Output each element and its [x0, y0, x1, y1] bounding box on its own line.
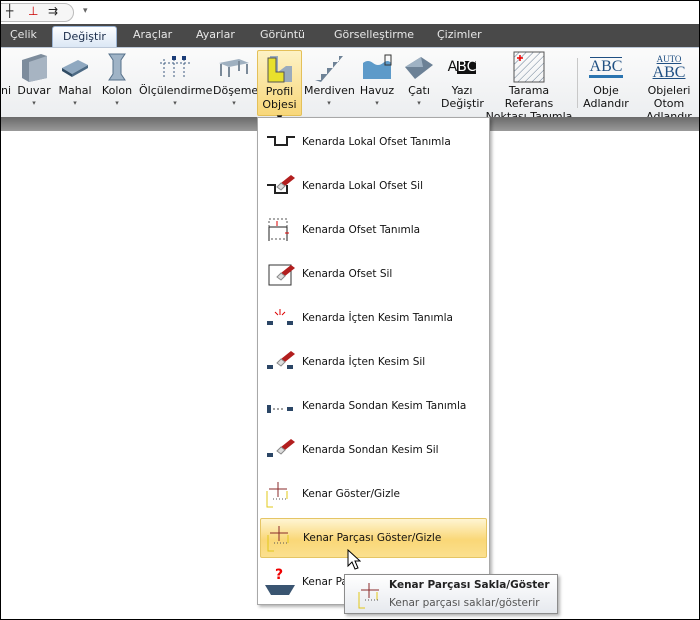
text-change-icon: A BC — [447, 58, 477, 75]
menu-item-sondan-kesim-tanimla[interactable]: Kenarda Sondan Kesim Tanımla — [260, 386, 487, 426]
kenar-goster-gizle-icon — [260, 479, 300, 509]
sondan-kesim-tanimla-icon — [260, 391, 300, 421]
tooltip-title: Kenar Parçası Sakla/Göster — [389, 579, 550, 591]
arrows-icon[interactable]: ⇉ — [48, 4, 58, 18]
menu-item-kenar-goster-gizle[interactable]: Kenar Göster/Gizle — [260, 474, 487, 514]
menu-item-icten-kesim-sil[interactable]: Kenarda İçten Kesim Sil — [260, 342, 487, 382]
menu-item-ofset-tanimla[interactable]: Kenarda Ofset Tanımla — [260, 210, 487, 250]
ribbon-button-cut[interactable]: ni — [1, 50, 13, 116]
menu-item-lokal-ofset-sil[interactable]: Kenarda Lokal Ofset Sil — [260, 166, 487, 206]
customize-dropdown[interactable]: ▾ — [83, 6, 88, 16]
menu-item-label: Kenar Parçası Göster/Gizle — [303, 532, 442, 544]
ribbon-separator — [577, 58, 578, 108]
beam-icon[interactable]: ┼ — [6, 4, 13, 18]
ofset-sil-icon — [260, 259, 300, 289]
ribbon-tabs: Çelik Değiştir Araçlar Ayarlar Görüntü G… — [1, 24, 699, 47]
icten-kesim-tanimla-icon — [260, 303, 300, 333]
menu-item-label: Kenarda Ofset Sil — [302, 268, 393, 280]
table-slab-icon — [219, 59, 249, 77]
ribbon-button-duvar[interactable]: Duvar ▾ — [16, 50, 52, 116]
menu-item-label: Kenarda Lokal Ofset Tanımla — [302, 136, 451, 148]
roof-icon — [405, 57, 433, 79]
svg-text:?: ? — [275, 567, 283, 583]
menu-item-label: Kenar Pa — [302, 576, 348, 588]
tab-ayarlar[interactable]: Ayarlar — [196, 28, 235, 41]
tooltip-description: Kenar parçası saklar/gösterir — [389, 597, 540, 609]
kenar-parcasi-goster-gizle-icon — [261, 523, 301, 553]
menu-item-lokal-ofset-tanimla[interactable]: Kenarda Lokal Ofset Tanımla — [260, 122, 487, 162]
column-red-icon[interactable]: ⊥ — [28, 4, 38, 18]
pool-icon — [363, 54, 392, 79]
menu-item-label: Kenarda İçten Kesim Sil — [302, 356, 426, 368]
lokal-ofset-tanimla-icon — [260, 127, 300, 157]
ribbon-button-havuz[interactable]: Havuz ▾ — [357, 50, 397, 116]
ofset-tanimla-icon — [260, 215, 300, 245]
profil-objesi-dropdown-menu: Kenarda Lokal Ofset Tanımla Kenarda Lokal… — [257, 117, 490, 605]
ribbon-button-mahal[interactable]: Mahal ▾ — [57, 50, 93, 116]
tooltip: Kenar Parçası Sakla/Göster Kenar parçası… — [344, 574, 558, 614]
edge-part-icon — [358, 583, 379, 609]
slab-icon — [62, 60, 88, 77]
ribbon-button-obje-adlandir[interactable]: ABC Obje Adlandır — [581, 50, 631, 116]
tab-degistir[interactable]: Değiştir — [52, 26, 117, 47]
menu-item-label: Kenarda Sondan Kesim Tanımla — [302, 400, 467, 412]
menu-item-icten-kesim-tanimla[interactable]: Kenarda İçten Kesim Tanımla — [260, 298, 487, 338]
mouse-cursor-icon — [347, 549, 361, 570]
icten-kesim-sil-icon — [260, 347, 300, 377]
tab-gorsellestirme[interactable]: Görselleştirme — [334, 28, 414, 41]
ribbon-button-doseme[interactable]: Döşeme ▾ — [213, 50, 258, 116]
tab-goruntu[interactable]: Görüntü — [260, 28, 305, 41]
kenar-parcasi-sil-icon: ? — [260, 567, 300, 597]
profile-object-icon — [267, 56, 292, 83]
ribbon-button-merdiven[interactable]: Merdiven ▾ — [304, 50, 355, 116]
name-object-icon: ABC — [581, 50, 631, 84]
ribbon-button-tarama-referans[interactable]: Tarama ReferansNoktası Tanımla — [485, 50, 573, 123]
ribbon-button-profil-objesi[interactable]: ProfilObjesi ▾ — [257, 50, 302, 124]
menu-item-label: Kenar Göster/Gizle — [302, 488, 400, 500]
stairs-icon — [315, 56, 343, 82]
menu-item-ofset-sil[interactable]: Kenarda Ofset Sil — [260, 254, 487, 294]
sondan-kesim-sil-icon — [260, 435, 300, 465]
auto-name-icon: AUTO ABC — [652, 53, 686, 81]
tab-cizimler[interactable]: Çizimler — [437, 28, 482, 41]
ribbon-button-kolon[interactable]: Kolon ▾ — [100, 50, 134, 116]
lokal-ofset-sil-icon — [260, 171, 300, 201]
menu-item-label: Kenarda Sondan Kesim Sil — [302, 444, 439, 456]
ribbon-panel: ni Duvar ▾ Mahal ▾ Kolon ▾ Ölçülendirme ▾ Dö… — [1, 47, 699, 124]
tab-celik[interactable]: Çelik — [10, 28, 37, 41]
menu-item-kenar-parcasi-goster-gizle[interactable]: Kenar Parçası Göster/Gizle — [260, 518, 487, 558]
hatch-reference-icon — [513, 51, 545, 83]
app-window: ┼ ⊥ ⇉ ▾ Çelik Değiştir Araçlar Ayarlar G… — [0, 0, 700, 620]
menu-item-label: Kenarda İçten Kesim Tanımla — [302, 312, 453, 324]
dimension-icon — [160, 56, 190, 79]
quick-access-toolbar: ┼ ⊥ ⇉ ▾ — [1, 1, 699, 24]
ribbon-button-objeleri-otomatik-adlandir[interactable]: AUTOABCObjeleri OtomAdlandır — [633, 50, 699, 124]
ribbon-button-olculendirme[interactable]: Ölçülendirme ▾ — [139, 50, 212, 116]
tab-araclar[interactable]: Araçlar — [133, 28, 172, 41]
ribbon-button-cati[interactable]: Çatı ▾ — [401, 50, 437, 116]
ribbon-button-yazi-degistir[interactable]: A BC Yazı Değiştir — [441, 50, 484, 116]
column-icon — [108, 53, 126, 81]
menu-item-label: Kenarda Lokal Ofset Sil — [302, 180, 424, 192]
menu-item-sondan-kesim-sil[interactable]: Kenarda Sondan Kesim Sil — [260, 430, 487, 470]
wall-icon — [22, 54, 47, 82]
menu-item-label: Kenarda Ofset Tanımla — [302, 224, 421, 236]
